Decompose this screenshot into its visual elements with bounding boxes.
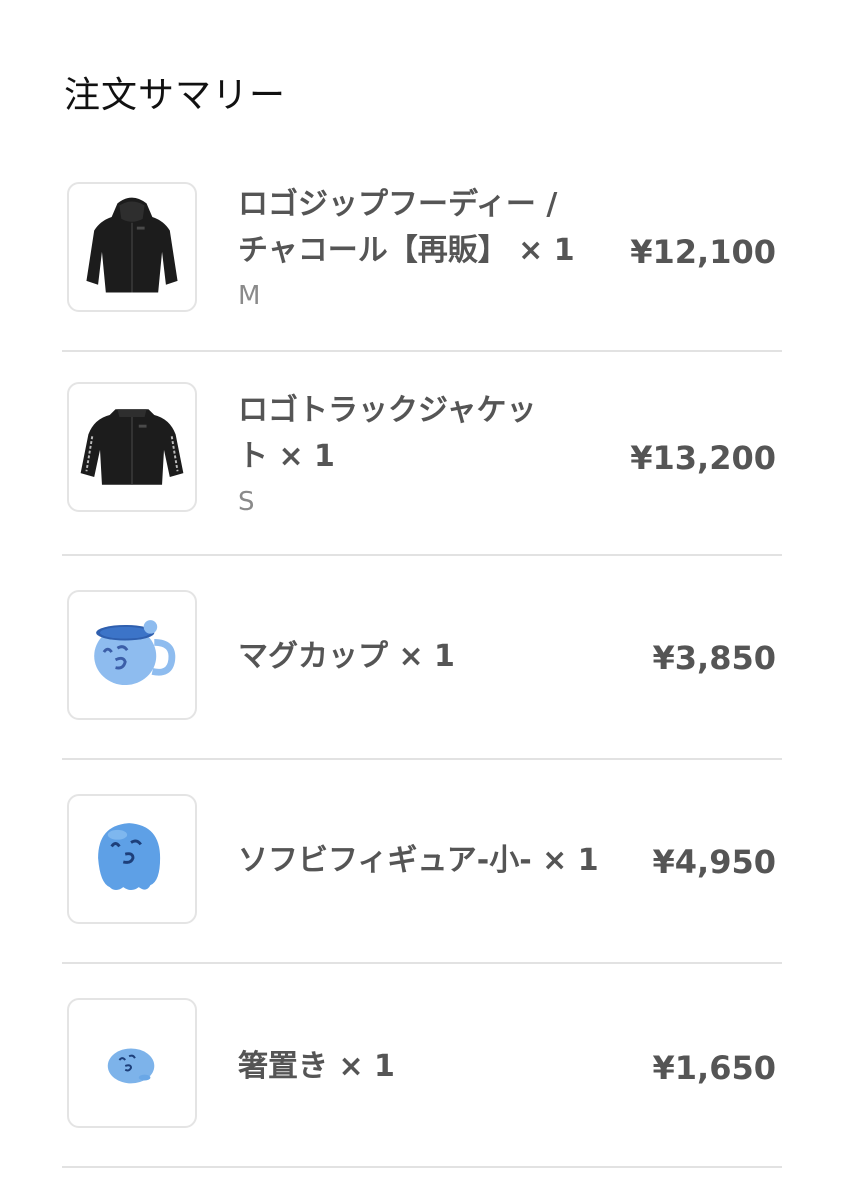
item-price: ¥12,100 — [630, 233, 776, 271]
item-variant: M — [238, 281, 261, 311]
order-item-list: ロゴジップフーディー / チャコール【再販】 × 1 M ¥12,100 ロゴト… — [62, 148, 782, 1168]
order-item: 箸置き × 1 ¥1,650 — [62, 964, 782, 1168]
mug-image — [67, 590, 197, 720]
jacket-image — [67, 382, 197, 512]
order-item: ロゴジップフーディー / チャコール【再販】 × 1 M ¥12,100 — [62, 148, 782, 352]
item-name-line1: ロゴジップフーディー / — [238, 187, 558, 222]
figure-image — [67, 794, 197, 924]
item-name-line1: ロゴトラックジャケッ — [238, 393, 537, 428]
item-price: ¥13,200 — [630, 439, 776, 477]
hoodie-image — [67, 182, 197, 312]
item-name: ソフビフィギュア-小- × 1 — [238, 843, 599, 878]
order-item: ソフビフィギュア-小- × 1 ¥4,950 — [62, 760, 782, 964]
item-price: ¥4,950 — [652, 843, 776, 881]
order-item: ロゴトラックジャケッ ト × 1 S ¥13,200 — [62, 352, 782, 556]
order-item: マグカップ × 1 ¥3,850 — [62, 556, 782, 760]
item-name-line2: チャコール【再販】 × 1 — [238, 233, 575, 268]
order-summary-title: 注文サマリー — [64, 75, 287, 116]
item-price: ¥3,850 — [652, 639, 776, 677]
chopstick-rest-image — [67, 998, 197, 1128]
item-name: 箸置き × 1 — [238, 1049, 395, 1084]
item-variant: S — [238, 487, 255, 517]
item-name: マグカップ × 1 — [238, 639, 455, 674]
item-price: ¥1,650 — [652, 1049, 776, 1087]
item-name-line2: ト × 1 — [238, 439, 335, 474]
